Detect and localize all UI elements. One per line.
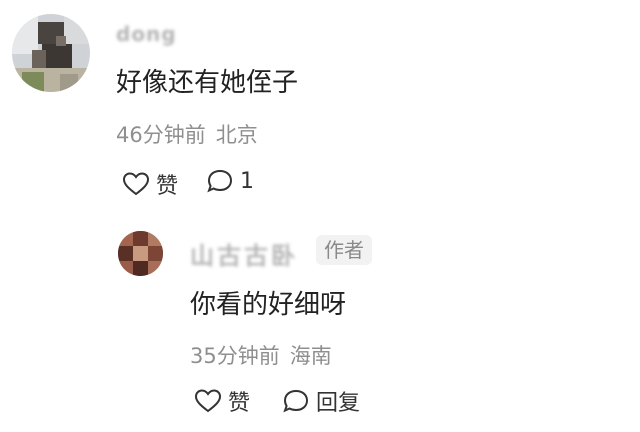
reply-location: 海南 bbox=[289, 344, 332, 368]
reply-label: 回复 bbox=[316, 391, 361, 416]
speech-bubble-icon bbox=[282, 388, 310, 414]
username[interactable]: dong bbox=[116, 22, 177, 46]
reply-text: 你看的好细呀 bbox=[190, 290, 347, 320]
like-button[interactable]: 赞 bbox=[122, 168, 178, 200]
like-label: 赞 bbox=[156, 174, 179, 199]
heart-icon bbox=[122, 171, 150, 197]
comment-time: 46分钟前 bbox=[116, 123, 206, 147]
username[interactable]: 山古古卧 bbox=[190, 236, 298, 271]
speech-bubble-icon bbox=[206, 168, 234, 194]
heart-icon bbox=[194, 388, 222, 414]
comment-meta: 46分钟前 北京 bbox=[116, 119, 268, 149]
comment-count: 1 bbox=[240, 168, 254, 194]
reply-time: 35分钟前 bbox=[190, 344, 280, 368]
like-label: 赞 bbox=[228, 391, 251, 416]
comment-text: 好像还有她侄子 bbox=[116, 68, 299, 98]
comment-button[interactable]: 1 bbox=[206, 168, 254, 194]
user-avatar-icon[interactable] bbox=[12, 14, 90, 92]
reply-button[interactable]: 回复 bbox=[282, 385, 360, 417]
like-button[interactable]: 赞 bbox=[194, 385, 250, 417]
author-badge: 作者 bbox=[316, 235, 372, 265]
comment-location: 北京 bbox=[215, 123, 258, 147]
comment-thread: dong 好像还有她侄子 46分钟前 北京 赞 1 山古古卧 作者 你看的好细呀… bbox=[0, 0, 640, 432]
reply-meta: 35分钟前 海南 bbox=[190, 340, 342, 370]
user-avatar-icon[interactable] bbox=[118, 231, 163, 276]
